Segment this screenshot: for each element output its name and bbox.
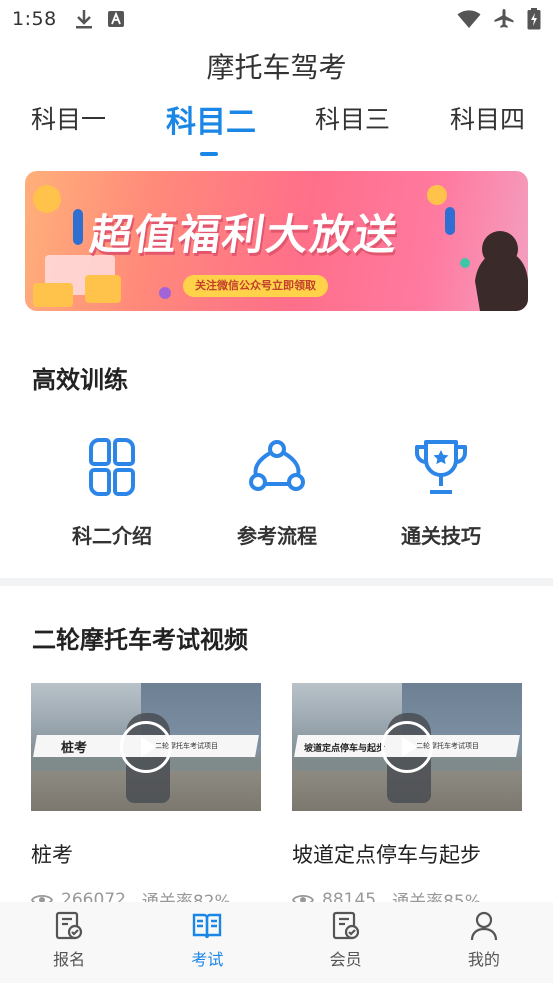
banner-subtitle: 关注微信公众号立即领取: [183, 275, 328, 297]
training-item-intro[interactable]: 科二介绍: [47, 438, 177, 549]
status-bar: 1:58: [0, 0, 553, 38]
bottom-nav: 报名 考试 会员 我的: [0, 902, 553, 983]
trophy-icon: [415, 440, 467, 494]
nav-profile[interactable]: 我的: [415, 902, 553, 983]
font-icon: [107, 11, 124, 27]
nav-signup[interactable]: 报名: [0, 902, 138, 983]
video-thumbnail: 坡道定点停车与起步 二轮摩托车考试项目: [292, 683, 522, 811]
nav-label: 报名: [53, 950, 86, 969]
training-item-label: 通关技巧: [401, 524, 481, 548]
download-icon: [75, 10, 92, 29]
airplane-icon: [494, 9, 514, 28]
exam-book-icon: [193, 913, 222, 939]
signup-icon: [56, 911, 83, 940]
nav-label: 考试: [191, 950, 224, 969]
user-icon: [470, 911, 497, 941]
training-section-title: 高效训练: [32, 366, 128, 394]
wifi-icon: [457, 10, 481, 28]
video-card[interactable]: 桩考 二轮摩托车考试项目 桩考 266072 通关率82%: [31, 683, 261, 912]
play-icon[interactable]: [381, 721, 433, 773]
status-time: 1:58: [12, 8, 57, 30]
video-card[interactable]: 坡道定点停车与起步 二轮摩托车考试项目 坡道定点停车与起步 88145 通关率8…: [292, 683, 522, 912]
tab-subject-2[interactable]: 科目二: [166, 97, 256, 141]
training-item-process[interactable]: 参考流程: [212, 438, 342, 549]
page-title: 摩托车驾考: [206, 51, 347, 84]
member-icon: [332, 911, 359, 940]
play-icon[interactable]: [120, 721, 172, 773]
training-item-label: 科二介绍: [72, 524, 152, 548]
nav-label: 我的: [467, 950, 500, 969]
training-item-label: 参考流程: [237, 524, 317, 548]
four-petal-icon: [89, 438, 135, 496]
section-divider: [0, 578, 553, 586]
promo-banner[interactable]: 超值福利大放送 关注微信公众号立即领取: [25, 171, 528, 311]
video-title: 坡道定点停车与起步: [292, 843, 481, 867]
nav-member[interactable]: 会员: [277, 902, 415, 983]
video-thumbnail: 桩考 二轮摩托车考试项目: [31, 683, 261, 811]
thumb-caption-title: 坡道定点停车与起步: [304, 744, 386, 754]
thumb-caption-title: 桩考: [61, 741, 88, 756]
training-item-tips[interactable]: 通关技巧: [376, 438, 506, 549]
process-nodes-icon: [249, 440, 305, 491]
battery-charging-icon: [527, 8, 541, 30]
videos-section-title: 二轮摩托车考试视频: [32, 626, 248, 654]
nav-label: 会员: [329, 950, 362, 969]
subject-tabs: 科目一 科目二 科目三 科目四: [0, 100, 553, 160]
tab-subject-1[interactable]: 科目一: [31, 100, 106, 136]
tab-subject-4[interactable]: 科目四: [450, 100, 525, 136]
video-title: 桩考: [31, 843, 73, 867]
tab-subject-3[interactable]: 科目三: [315, 100, 390, 136]
nav-exam[interactable]: 考试: [138, 902, 276, 983]
banner-title: 超值福利大放送: [87, 210, 403, 259]
tab-active-indicator: [200, 152, 218, 156]
